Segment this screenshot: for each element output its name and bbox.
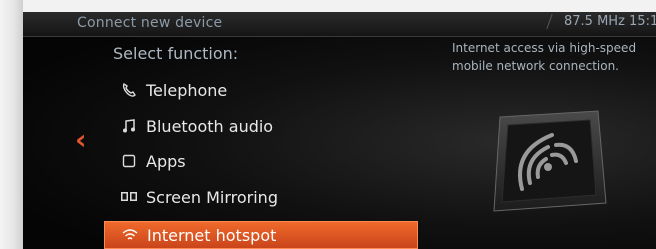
menu-item-label: Internet hotspot [147,225,277,245]
status-readout: 87.5 MHz 15:1 [546,14,656,29]
music-note-icon [118,118,140,134]
left-bezel [0,0,23,249]
back-chevron-icon[interactable]: ‹ [75,126,87,154]
menu-item-label: Bluetooth audio [146,116,274,136]
display-screen: Connect new device 87.5 MHz 15:1 ‹ Selec… [23,12,656,249]
menu-item-bluetooth-audio[interactable]: Bluetooth audio [104,112,418,140]
menu-item-label: Telephone [146,80,228,100]
menu-item-label: Apps [146,151,186,171]
menu-item-internet-hotspot[interactable]: Internet hotspot [104,221,418,249]
menu-item-label: Screen Mirroring [146,187,278,207]
menu-subtitle: Select function: [113,44,239,63]
menu-item-telephone[interactable]: Telephone [104,76,418,104]
wifi-icon [119,228,141,242]
menu-item-apps[interactable]: Apps [104,147,418,175]
screen-mirroring-icon [118,190,140,204]
status-text: 87.5 MHz 15:1 [563,14,656,29]
menu-item-screen-mirroring[interactable]: Screen Mirroring [104,183,418,211]
apps-icon [118,153,140,169]
page-title: Connect new device [77,15,223,31]
info-description: Internet access via high-speed mobile ne… [452,41,637,73]
hotspot-illustration-icon [486,107,614,217]
top-bezel [23,0,656,12]
telephone-icon [118,82,140,98]
header-bar: Connect new device 87.5 MHz 15:1 [23,12,656,37]
